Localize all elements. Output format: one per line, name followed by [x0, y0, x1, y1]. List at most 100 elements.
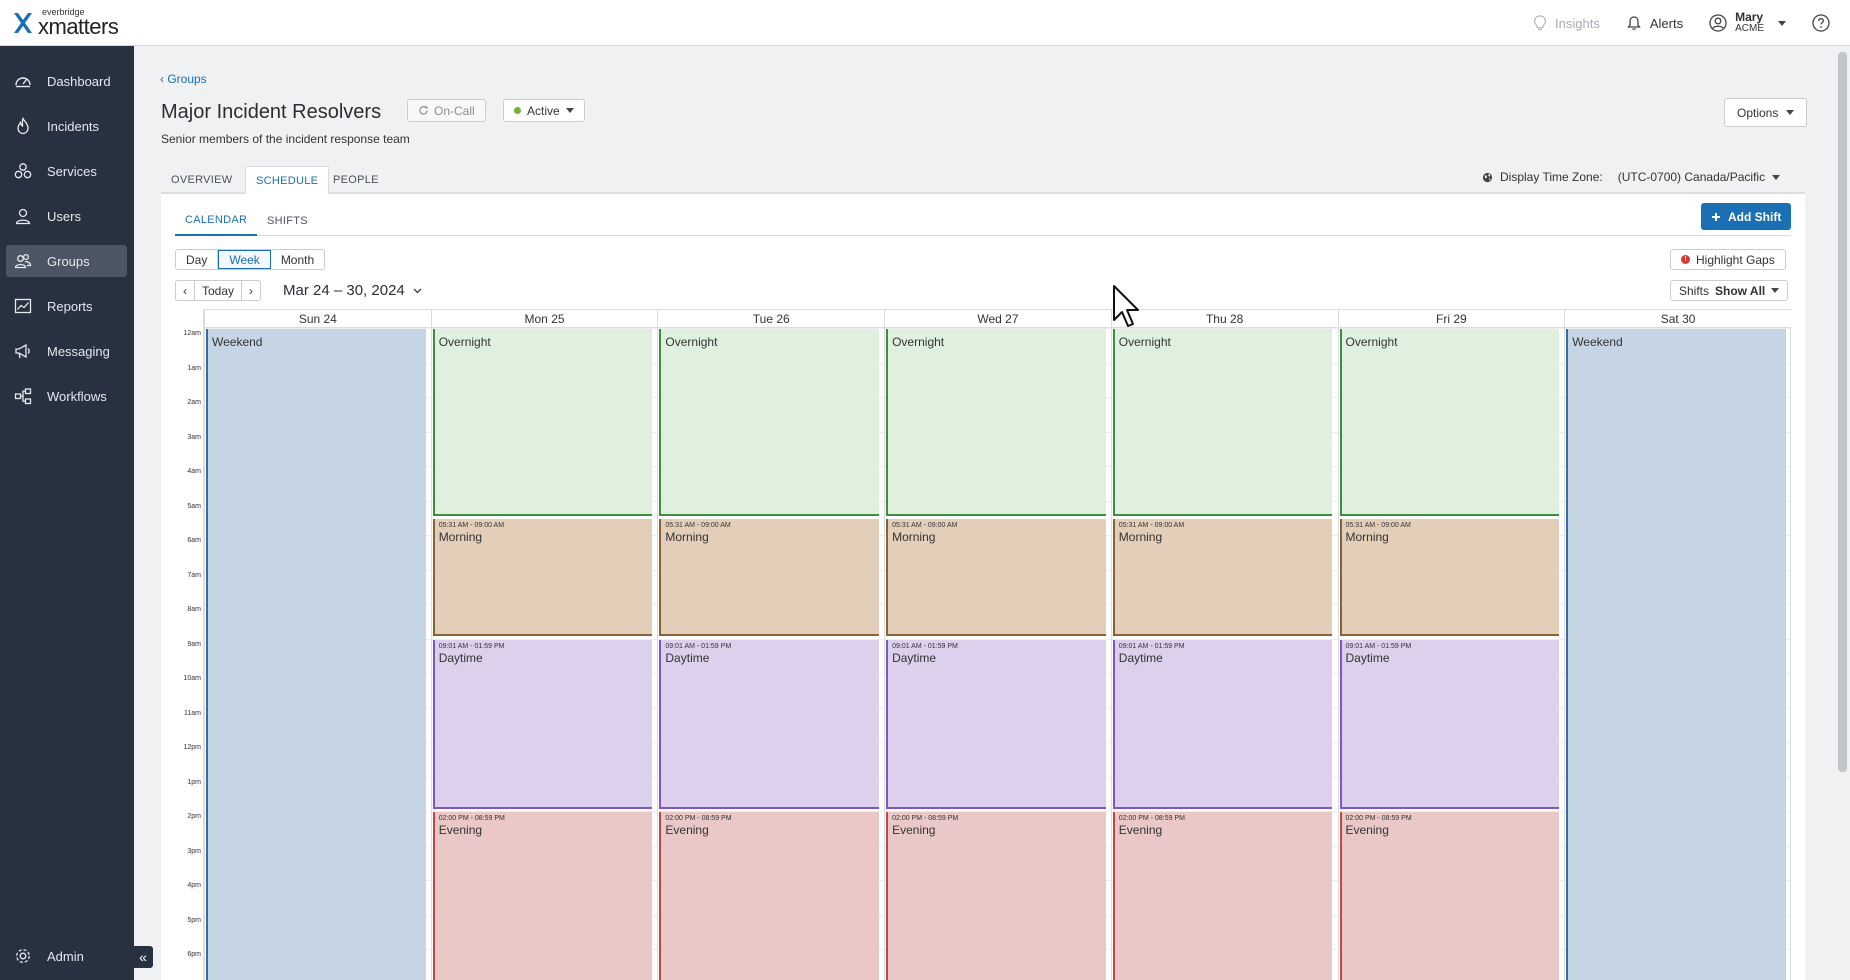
shift-name: Daytime [892, 650, 937, 665]
view-day-button[interactable]: Day [176, 250, 219, 269]
shift-time: 09:01 AM - 01:59 PM [892, 642, 958, 650]
next-week-button[interactable]: › [242, 281, 260, 300]
shift-name: Morning [1118, 530, 1163, 545]
hour-label: 5am [187, 502, 201, 510]
hour-label: 2am [187, 399, 201, 406]
date-range-picker[interactable]: Mar 24 – 30, 2024 [283, 280, 422, 301]
shift-block-evening[interactable]: 02:00 PM - 08:59 PM Evening [886, 812, 1106, 980]
hour-label: 10am [183, 675, 201, 682]
shift-block-daytime[interactable]: 09:01 AM - 01:59 PM Daytime [1339, 639, 1560, 809]
sidebar-item-users[interactable]: Users [6, 200, 127, 232]
sidebar-item-label: Messaging [47, 343, 110, 359]
status-dropdown[interactable]: Active [503, 99, 585, 122]
shift-block-daytime[interactable]: 09:01 AM - 01:59 PM Daytime [659, 639, 880, 809]
tab-overview[interactable]: OVERVIEW [161, 166, 243, 194]
shift-block-morning[interactable]: 05:31 AM - 09:00 AM Morning [886, 519, 1106, 637]
on-call-button[interactable]: On-Call [407, 99, 486, 122]
options-dropdown[interactable]: Options [1724, 98, 1808, 127]
sidebar-item-incidents[interactable]: Incidents [6, 110, 127, 142]
today-button[interactable]: Today [195, 281, 243, 300]
shift-block-evening[interactable]: 02:00 PM - 08:59 PM Evening [1339, 812, 1560, 980]
shift-block-evening[interactable]: 02:00 PM - 08:59 PM Evening [659, 812, 880, 980]
day-column-divider [1337, 328, 1339, 980]
shift-block-daytime[interactable]: 09:01 AM - 01:59 PM Daytime [1112, 639, 1333, 809]
day-header: Sat 30 [1564, 309, 1791, 328]
subtab-shifts[interactable]: SHIFTS [257, 206, 318, 236]
shift-name: Daytime [438, 650, 483, 665]
page-scrollbar[interactable] [1835, 46, 1850, 980]
shift-block-daytime[interactable]: 09:01 AM - 01:59 PM Daytime [886, 639, 1106, 809]
previous-week-button[interactable]: ‹ [176, 281, 195, 300]
shift-name: Daytime [1118, 650, 1163, 665]
shift-block-daytime[interactable]: 09:01 AM - 01:59 PM Daytime [432, 639, 653, 809]
shift-block-weekend[interactable]: Weekend [206, 329, 426, 980]
shift-block-weekend[interactable]: Weekend [1566, 329, 1786, 980]
day-header: Fri 29 [1337, 309, 1565, 328]
shift-block-morning[interactable]: 05:31 AM - 09:00 AM Morning [1112, 519, 1333, 637]
view-month-button[interactable]: Month [271, 250, 324, 269]
day-header: Tue 26 [657, 309, 885, 328]
sidebar-item-reports[interactable]: Reports [6, 290, 127, 322]
hour-label: 7am [187, 571, 201, 579]
highlight-gaps-button[interactable]: ! Highlight Gaps [1670, 249, 1786, 270]
sidebar: Dashboard Incidents Services Users Group… [0, 46, 134, 980]
tab-schedule[interactable]: SCHEDULE [245, 166, 330, 196]
day-header: Sun 24 [204, 309, 431, 328]
schedule-subtabs: CALENDAR SHIFTS [175, 206, 1791, 236]
hour-label: 1am [187, 364, 201, 372]
sidebar-item-workflows[interactable]: Workflows [6, 380, 127, 412]
hour-label: 6pm [187, 951, 201, 958]
shift-block-morning[interactable]: 05:31 AM - 09:00 AM Morning [1339, 519, 1560, 637]
alerts-link[interactable]: Alerts [1626, 15, 1683, 31]
xmatters-logo-icon [14, 13, 32, 33]
timezone-selector[interactable]: Display Time Zone: (UTC-0700) Canada/Pac… [1482, 170, 1781, 184]
hour-gutter: 12am 1am 2am 3am 4am 5am 6am 7am 8am 9am 10am 11am 1… [175, 309, 204, 980]
breadcrumb[interactable]: ‹ Groups [160, 72, 207, 86]
shift-time: 09:01 AM - 01:59 PM [1118, 642, 1185, 650]
sidebar-item-messaging[interactable]: Messaging [6, 335, 127, 367]
shift-block-overnight[interactable]: Overnight [1339, 329, 1560, 517]
shift-time: 05:31 AM - 09:00 AM [1345, 522, 1411, 530]
help-button[interactable] [1812, 14, 1830, 32]
shift-block-morning[interactable]: 05:31 AM - 09:00 AM Morning [432, 519, 653, 637]
bell-icon [1627, 16, 1641, 30]
sidebar-item-admin[interactable]: Admin [6, 940, 127, 972]
sidebar-item-services[interactable]: Services [6, 155, 127, 187]
subtab-calendar[interactable]: CALENDAR [175, 206, 258, 236]
chevron-down-icon [413, 288, 422, 293]
insights-link[interactable]: Insights [1533, 15, 1600, 31]
day-column-divider [657, 328, 659, 980]
scrollbar-thumb[interactable] [1838, 52, 1847, 772]
view-week-button[interactable]: Week [218, 250, 271, 269]
sidebar-item-groups[interactable]: Groups [6, 245, 127, 277]
shift-block-evening[interactable]: 02:00 PM - 08:59 PM Evening [1112, 812, 1333, 980]
add-shift-button[interactable]: Add Shift [1701, 203, 1792, 230]
shift-time: 02:00 PM - 08:59 PM [892, 815, 959, 822]
shift-block-evening[interactable]: 02:00 PM - 08:59 PM Evening [432, 812, 653, 980]
tab-people[interactable]: PEOPLE [323, 166, 389, 194]
shift-block-overnight[interactable]: Overnight [1112, 329, 1333, 517]
timezone-value: (UTC-0700) Canada/Pacific [1617, 170, 1766, 184]
shift-name: Evening [665, 823, 709, 837]
sidebar-item-label: Workflows [47, 388, 107, 404]
help-icon [1812, 14, 1830, 32]
shift-block-morning[interactable]: 05:31 AM - 09:00 AM Morning [659, 519, 880, 637]
shifts-filter-dropdown[interactable]: Shifts Show All [1670, 280, 1789, 301]
plus-icon [1712, 212, 1720, 221]
shift-block-overnight[interactable]: Overnight [659, 329, 880, 517]
sidebar-item-dashboard[interactable]: Dashboard [6, 65, 127, 97]
shift-name: Evening [892, 823, 936, 837]
app-logo[interactable]: everbridge xmatters [12, 8, 119, 38]
user-avatar-icon [1709, 14, 1727, 32]
shift-block-overnight[interactable]: Overnight [886, 329, 1106, 517]
hour-label: 6am [187, 537, 201, 544]
user-menu[interactable]: Mary ACME [1709, 11, 1786, 34]
lightbulb-icon [1533, 15, 1547, 31]
shift-time: 09:01 AM - 01:59 PM [438, 642, 505, 650]
week-calendar: 12am 1am 2am 3am 4am 5am 6am 7am 8am 9am 10am 11am 1… [175, 309, 1791, 980]
day-header: Thu 28 [1110, 309, 1338, 328]
shifts-filter-label: Shifts [1679, 283, 1710, 298]
shift-block-overnight[interactable]: Overnight [432, 329, 653, 517]
hour-label: 2pm [187, 813, 201, 820]
view-toggle: Day Week Month [175, 249, 326, 270]
